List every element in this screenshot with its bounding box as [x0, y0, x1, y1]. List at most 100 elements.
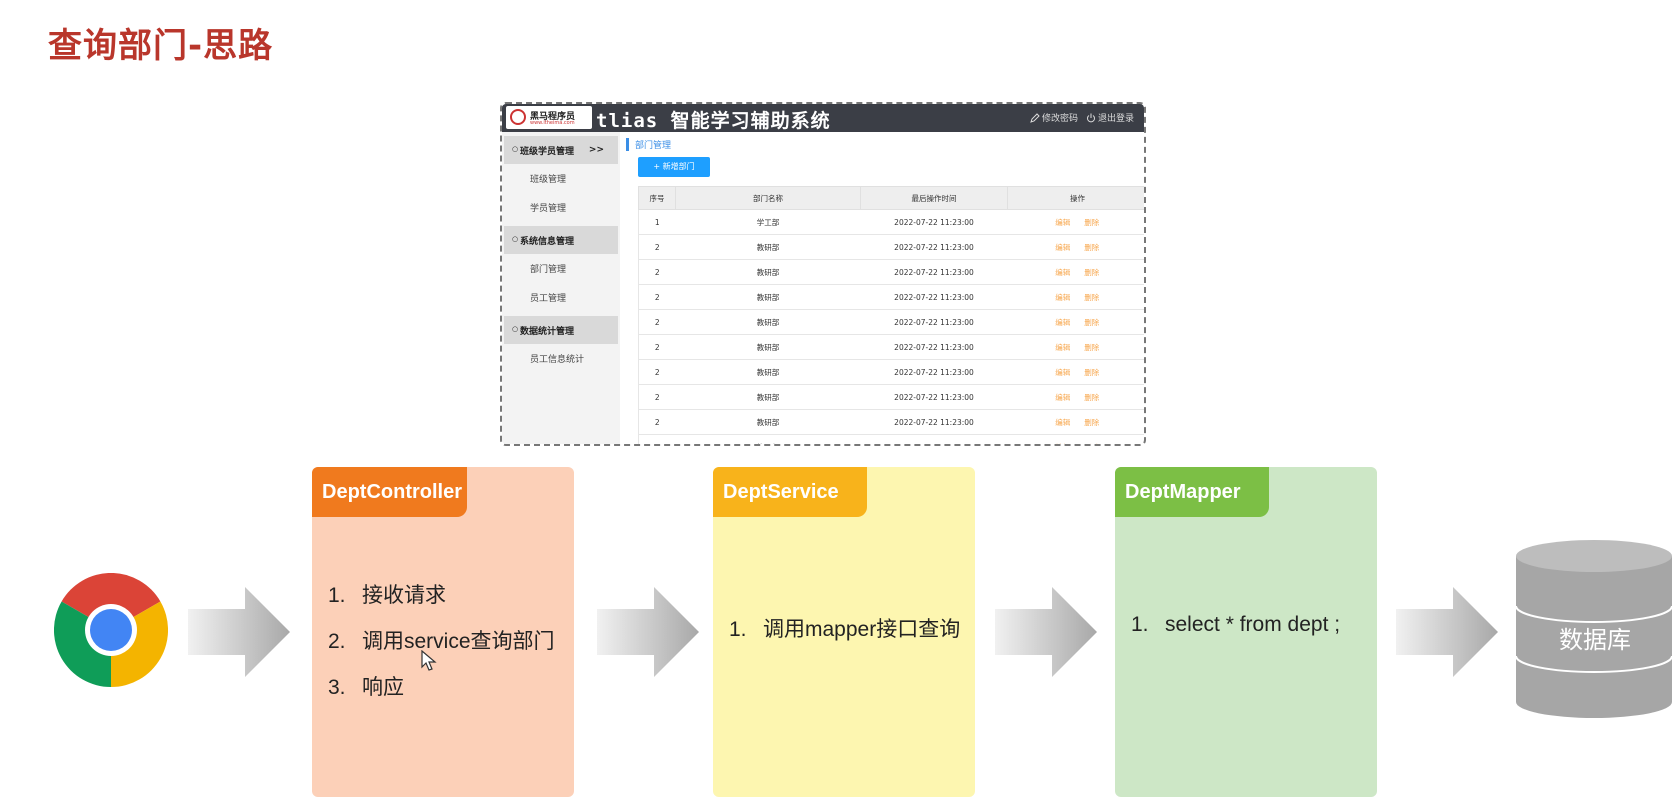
table-row: 2教研部2022-07-22 11:23:00 编辑 删除 [638, 309, 1144, 335]
table-cell: 2 [638, 259, 676, 285]
table-cell-actions: 编辑 删除 [1007, 209, 1144, 235]
delete-link[interactable]: 删除 [1084, 418, 1099, 427]
sidebar-group-label: 班级学员管理 [520, 146, 575, 157]
breadcrumb: 部门管理 [626, 138, 671, 151]
dept-mapper-box: DeptMapper 1. select * from dept ; [1115, 467, 1377, 797]
sidebar-item[interactable]: 员工信息统计 [502, 344, 620, 373]
app-main: 部门管理 + 新增部门 序号 部门名称 最后操作时间 操作 1 学工部 2022-0… [626, 132, 1144, 444]
table-cell-actions: 编辑 删除 [1007, 359, 1144, 385]
col-header-name: 部门名称 [675, 186, 861, 210]
table-cell: 2022-07-22 11:23:00 [860, 209, 1008, 235]
table-cell: 2 [638, 309, 676, 335]
table-cell-actions: 编辑 删除 [1007, 384, 1144, 410]
edit-link[interactable]: 编辑 [1055, 368, 1070, 377]
table-cell: 2022-07-22 11:23:00 [860, 409, 1008, 435]
table-cell-actions: 编辑 删除 [1007, 409, 1144, 435]
delete-link[interactable]: 删除 [1084, 368, 1099, 377]
table-cell: 教研部 [675, 434, 861, 444]
table-cell: 2 [638, 409, 676, 435]
table-row: 2教研部2022-07-22 11:23:00 编辑 删除 [638, 434, 1144, 445]
table-cell: 2 [638, 284, 676, 310]
logo: 黑马程序员 www.itheima.com [506, 106, 592, 129]
sidebar-item[interactable]: 员工管理 [502, 283, 620, 312]
change-password-link[interactable]: 修改密码 [1030, 111, 1078, 124]
dept-controller-title: DeptController [312, 467, 467, 517]
delete-link[interactable]: 删除 [1084, 218, 1099, 227]
change-password-label: 修改密码 [1042, 114, 1079, 124]
table-cell: 2 [638, 334, 676, 360]
logout-link[interactable]: 退出登录 [1086, 111, 1134, 124]
delete-link[interactable]: 删除 [1084, 443, 1099, 445]
step-text: 调用service查询部门 [362, 630, 555, 653]
step-text: 响应 [362, 676, 404, 699]
dept-table: 序号 部门名称 最后操作时间 操作 1 学工部 2022-07-22 11:23:0… [638, 186, 1144, 445]
mouse-cursor-icon [421, 650, 437, 671]
dept-service-steps: 1. 调用mapper接口查询 [729, 613, 960, 659]
table-cell: 2 [638, 359, 676, 385]
delete-link[interactable]: 删除 [1084, 343, 1099, 352]
table-cell: 教研部 [675, 284, 861, 310]
expand-icon: >> [588, 145, 604, 155]
table-cell: 2022-07-22 11:23:00 [860, 434, 1008, 444]
table-cell: 教研部 [675, 359, 861, 385]
col-header-time: 最后操作时间 [860, 186, 1008, 210]
sidebar-group-label: 系统信息管理 [520, 236, 575, 247]
app-title: tlias 智能学习辅助系统 [596, 110, 831, 132]
delete-link[interactable]: 删除 [1084, 393, 1099, 402]
table-row: 1 学工部 2022-07-22 11:23:00 编辑 删除 [638, 209, 1144, 235]
logo-subtext: www.itheima.com [530, 120, 575, 126]
sidebar-group[interactable]: ○ 系统信息管理 [504, 226, 618, 254]
edit-link[interactable]: 编辑 [1055, 243, 1070, 252]
delete-link[interactable]: 删除 [1084, 243, 1099, 252]
table-cell: 教研部 [675, 234, 861, 260]
sidebar-group-label: 数据统计管理 [520, 326, 575, 337]
edit-link[interactable]: 编辑 [1055, 218, 1070, 227]
edit-link[interactable]: 编辑 [1055, 418, 1070, 427]
table-cell-actions: 编辑 删除 [1007, 309, 1144, 335]
dept-mapper-steps: 1. select * from dept ; [1131, 613, 1340, 653]
table-cell: 2 [638, 434, 676, 444]
edit-link[interactable]: 编辑 [1055, 393, 1070, 402]
col-header-index: 序号 [638, 186, 676, 210]
step-text: 调用mapper接口查询 [763, 618, 961, 641]
table-cell-actions: 编辑 删除 [1007, 234, 1144, 260]
sidebar-group[interactable]: ○ 班级学员管理 >> [504, 136, 618, 164]
table-cell-actions: 编辑 删除 [1007, 259, 1144, 285]
list-item: 3. 响应 [328, 671, 555, 701]
dept-mapper-title: DeptMapper [1115, 467, 1269, 517]
arrow-right-icon [597, 587, 699, 677]
edit-link[interactable]: 编辑 [1055, 268, 1070, 277]
table-cell: 教研部 [675, 334, 861, 360]
arrow-right-icon [188, 587, 290, 677]
list-item: 1. 接收请求 [328, 579, 555, 609]
sidebar-item[interactable]: 班级管理 [502, 164, 620, 193]
app-header: 黑马程序员 www.itheima.com tlias 智能学习辅助系统 修改密… [502, 104, 1144, 132]
table-cell: 2022-07-22 11:23:00 [860, 284, 1008, 310]
table-row: 2教研部2022-07-22 11:23:00 编辑 删除 [638, 359, 1144, 385]
col-header-ops: 操作 [1007, 186, 1144, 210]
sidebar-group[interactable]: ○ 数据统计管理 [504, 316, 618, 344]
step-number: 3. [328, 676, 346, 699]
edit-link[interactable]: 编辑 [1055, 293, 1070, 302]
delete-link[interactable]: 删除 [1084, 318, 1099, 327]
bullet-icon: ○ [512, 325, 519, 333]
sidebar-item[interactable]: 学员管理 [502, 193, 620, 222]
edit-link[interactable]: 编辑 [1055, 318, 1070, 327]
bullet-icon: ○ [512, 235, 519, 243]
edit-link[interactable]: 编辑 [1055, 343, 1070, 352]
table-cell: 2022-07-22 11:23:00 [860, 384, 1008, 410]
table-cell-actions: 编辑 删除 [1007, 334, 1144, 360]
bullet-icon: ○ [512, 145, 519, 153]
table-cell: 教研部 [675, 384, 861, 410]
delete-link[interactable]: 删除 [1084, 268, 1099, 277]
delete-link[interactable]: 删除 [1084, 293, 1099, 302]
table-row: 2教研部2022-07-22 11:23:00 编辑 删除 [638, 384, 1144, 410]
sidebar-item[interactable]: 部门管理 [502, 254, 620, 283]
table-cell: 1 [638, 209, 676, 235]
chrome-icon [54, 573, 168, 687]
edit-link[interactable]: 编辑 [1055, 443, 1070, 445]
step-text: 接收请求 [362, 584, 446, 607]
dept-service-box: DeptService 1. 调用mapper接口查询 [713, 467, 975, 797]
add-dept-button[interactable]: + 新增部门 [638, 157, 710, 177]
arrow-right-icon [1396, 587, 1498, 677]
